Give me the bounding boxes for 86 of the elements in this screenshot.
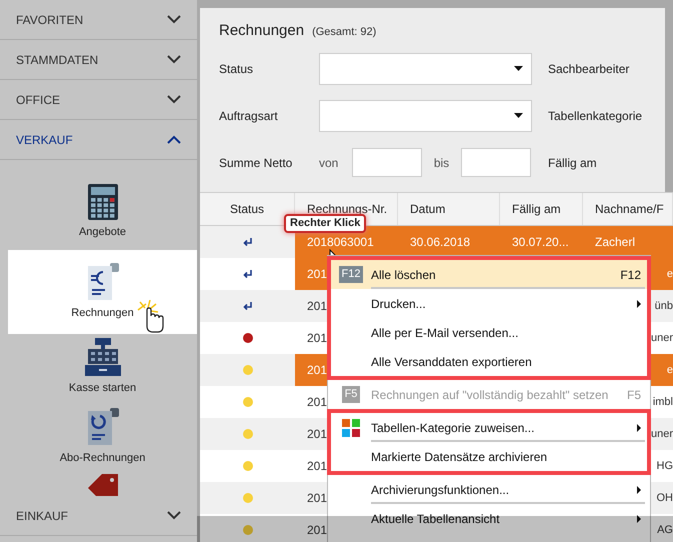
table-cell-text: HG (656, 458, 673, 474)
shortcut-label: F5 (626, 386, 641, 404)
menu-item-label: Drucken... (371, 296, 427, 312)
shortcut-badge: F12 (338, 266, 364, 283)
to-input[interactable] (461, 148, 531, 177)
table-cell-text: 30.07.20... (512, 234, 569, 251)
table-cell-text: OH (656, 490, 673, 506)
table-cell-text: 2018063001 (307, 234, 374, 251)
column-header[interactable]: Fällig am (500, 193, 583, 225)
table-cell-text: uner (650, 426, 673, 442)
dropdown-caret-icon (514, 113, 523, 118)
filter-label: Summe Netto (219, 154, 294, 172)
table-cell-text: e (666, 266, 673, 282)
submenu-arrow-icon (637, 300, 641, 308)
table-cell-text: AG (657, 522, 673, 538)
dropdown-field[interactable] (319, 52, 532, 84)
return-arrow-icon (242, 237, 252, 247)
column-header[interactable]: Datum (398, 193, 500, 225)
table-cell-text: 201 (307, 362, 328, 379)
calculator-icon (88, 184, 118, 220)
from-label: von (319, 154, 340, 172)
filter-label: Tabellenkategorie (548, 108, 642, 124)
sidebar-section-header[interactable]: OFFICE (0, 80, 197, 120)
table-cell-text: 201 (307, 394, 328, 411)
table-cell-text: 201 (307, 522, 328, 539)
filter-label: Status (219, 60, 254, 78)
sidebar-item[interactable]: Angebote (8, 180, 197, 250)
page-title: Rechnungen (219, 21, 304, 41)
table-cell-text: 201 (307, 426, 328, 443)
table-cell-text: 201 (307, 298, 328, 315)
from-input[interactable] (352, 148, 422, 177)
menu-item[interactable]: Tabellen-Kategorie zuweisen... (331, 413, 647, 442)
recurring-invoice-icon (86, 408, 120, 446)
column-header[interactable]: Nachname/F (583, 193, 673, 225)
menu-item-label: Alle löschen (371, 266, 437, 284)
sidebar-section-header[interactable]: STAMMDATEN (0, 40, 197, 80)
cash-register-icon (84, 338, 120, 376)
table-cell-text: uner (650, 330, 673, 346)
filter-label: Auftragsart (219, 108, 279, 124)
menu-item[interactable]: Alle per E-Mail versenden... (331, 318, 647, 347)
return-arrow-icon (242, 269, 252, 279)
menu-item-label: Rechnungen auf "vollständig bezahlt" setzen (371, 386, 610, 404)
sidebar-section-header[interactable]: EINKAUF (0, 496, 197, 536)
menu-item[interactable]: Alle Versanddaten exportieren (331, 347, 647, 376)
menu-item-label: Alle Versanddaten exportieren (371, 354, 533, 370)
menu-item[interactable]: F12 Alle löschen F12 (331, 260, 647, 289)
menu-item[interactable]: Aktuelle Tabellenansicht (331, 504, 647, 533)
invoice-icon (86, 262, 120, 301)
record-count: (Gesamt: 92) (312, 25, 376, 40)
hand-cursor-icon (136, 300, 166, 334)
table-cell-text: 201 (307, 458, 328, 475)
dropdown-field[interactable] (319, 100, 532, 132)
sidebar-item[interactable]: Kasse starten (8, 334, 197, 404)
table-cell-text: 201 (307, 330, 328, 347)
submenu-arrow-icon (637, 424, 641, 432)
table-cell-text: 201 (307, 266, 328, 283)
color-squares-icon (342, 418, 360, 436)
menu-item-label: Tabellen-Kategorie zuweisen... (371, 420, 536, 436)
menu-item-label: Markierte Datensätze archivieren (371, 448, 548, 466)
shortcut-badge: F5 (342, 386, 360, 403)
submenu-arrow-icon (637, 486, 641, 494)
table-cell-text: Zacherl (595, 234, 636, 251)
submenu-arrow-icon (637, 514, 641, 522)
tag-icon (88, 474, 118, 496)
dropdown-caret-icon (514, 66, 523, 71)
sidebar-section-header[interactable]: VERKAUF (0, 120, 197, 160)
sidebar-item[interactable]: Rechnungen (8, 250, 197, 334)
sidebar-item[interactable]: Abo-Rechnungen (8, 404, 197, 474)
table-cell-text: e (666, 362, 673, 378)
menu-item-label: Archivierungsfunktionen... (371, 482, 510, 498)
menu-item[interactable]: Archivierungsfunktionen... (331, 475, 647, 504)
shortcut-label: F12 (620, 266, 641, 284)
to-label: bis (432, 154, 450, 172)
table-cell-text: 201 (307, 490, 328, 507)
table-cell-text: imbl (652, 394, 673, 410)
sidebar-section-header[interactable]: FAVORITEN (0, 0, 197, 40)
menu-item-label: Alle per E-Mail versenden... (371, 324, 520, 342)
table-cell-text: ünb (654, 298, 673, 314)
table-cell-text: 30.06.2018 (410, 234, 470, 251)
menu-item[interactable]: Markierte Datensätze archivieren (331, 442, 647, 471)
menu-item-label: Aktuelle Tabellenansicht (371, 510, 501, 528)
menu-item[interactable]: Drucken... (331, 289, 647, 318)
filter-label: Fällig am (548, 154, 597, 172)
filter-label: Sachbearbeiter (548, 60, 630, 78)
callout-tooltip: Rechter Klick (284, 214, 366, 233)
return-arrow-icon (242, 301, 252, 311)
